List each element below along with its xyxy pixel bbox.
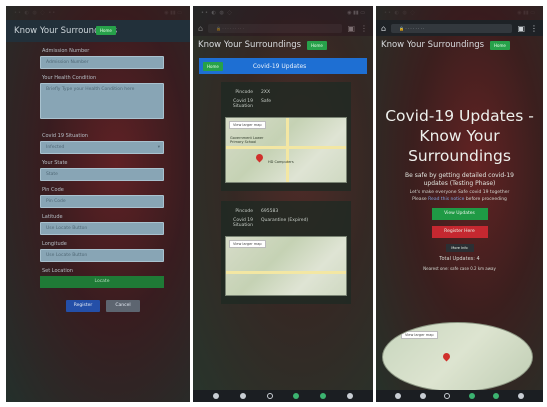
app-icon[interactable] (346, 393, 353, 399)
label-state: Your State (42, 160, 68, 166)
banner-home-button[interactable]: Home (203, 61, 223, 71)
browser-url-bar: ⌂ 🔒 · · · · · · · · ▣ ⋮ (376, 20, 543, 36)
notice-pre: Please (412, 197, 427, 202)
label-set-location: Set Location (42, 268, 73, 274)
phone-screen-landing: •• ◐ ◍ ◌◉ ▮▮ ▭ ⌂ 🔒 · · · · · · · · ▣ ⋮ K… (376, 6, 543, 402)
hero-subtitle: Be safe by getting detailed covid-19 upd… (405, 172, 514, 187)
view-updates-button[interactable]: View Updates (431, 208, 488, 220)
situation-row: Covid 19 Situation Quarantine (Expired) (225, 218, 347, 228)
tabs-icon[interactable]: ▣ (517, 24, 525, 33)
notice-line: Please Read this notice before proceedin… (376, 197, 543, 202)
home-pill[interactable]: Home (490, 40, 510, 50)
update-card: Pincode 695583 Covid 19 Situation Quaranti… (221, 201, 351, 304)
app-icon[interactable] (419, 393, 426, 399)
state-input[interactable]: State (40, 168, 164, 181)
cancel-button[interactable]: Cancel (106, 300, 140, 312)
view-larger-map-button[interactable]: View larger map (401, 331, 438, 339)
home-circle-icon[interactable] (266, 393, 273, 399)
hero-tagline: Let's make everyone Safe covid 19 togeth… (409, 190, 510, 195)
map-road (226, 271, 346, 274)
app-icon[interactable] (239, 393, 246, 399)
label-pincode: Pin Code (42, 187, 64, 193)
url-field[interactable]: 🔒 · · · · · · · · (391, 23, 513, 33)
register-form: Admission Number Admission Number Your H… (14, 44, 182, 402)
phone-screen-register: •• ◐ ◍ ◌ ••◉ ▮▮ ▭ Know Your Surroundings… (6, 6, 190, 402)
map-road (286, 118, 289, 182)
admission-input[interactable]: Admission Number (40, 56, 164, 69)
navbar: Know Your Surroundings Home (193, 36, 373, 54)
map-embed[interactable]: View larger map (225, 236, 347, 296)
app-icon[interactable] (493, 393, 500, 399)
register-here-button[interactable]: Register Here (431, 226, 488, 238)
map-embed[interactable]: View larger map Government Lower Primary… (225, 117, 347, 183)
brand-title[interactable]: Know Your Surroundings (381, 40, 484, 50)
navbar: Know Your Surroundings Home (376, 36, 543, 54)
view-larger-map-button[interactable]: View larger map (229, 240, 266, 248)
home-circle-icon[interactable] (444, 393, 451, 399)
app-icon[interactable] (517, 393, 524, 399)
pincode-row: Pincode 695583 (225, 209, 347, 214)
total-updates: Total Updates: 4 (439, 256, 480, 262)
pincode-key: Pincode (235, 90, 253, 95)
register-button[interactable]: Register (66, 300, 100, 312)
situation-key: Covid 19 Situation (232, 218, 253, 228)
pincode-key: Pincode (235, 209, 253, 214)
home-pill[interactable]: Home (96, 26, 116, 35)
form-actions: Register Cancel (66, 300, 182, 312)
latitude-input[interactable]: Use Locate Button (40, 222, 164, 235)
label-situation: Covid 19 Situation (42, 133, 88, 139)
navbar: Know Your Surroundings Home (6, 20, 190, 42)
map-pin-icon (441, 351, 452, 362)
situation-value: Infected (46, 145, 65, 150)
map-label: HD Computers (268, 160, 294, 164)
label-health: Your Health Condition (42, 75, 97, 81)
update-card: Pincode 2XX Covid 19 Situation Safe View l… (221, 82, 351, 191)
map-label: Government Lower Primary School (230, 136, 264, 144)
pincode-row: Pincode 2XX (225, 90, 347, 95)
app-icon[interactable] (468, 393, 475, 399)
situation-row: Covid 19 Situation Safe (225, 99, 347, 109)
hero-title: Covid-19 Updates - Know Your Surrounding… (385, 107, 534, 165)
menu-icon[interactable]: ⋮ (530, 24, 538, 33)
situation-key: Covid 19 Situation (232, 99, 253, 109)
pincode-value: 695583 (261, 209, 279, 214)
label-longitude: Longitude (42, 241, 67, 247)
view-larger-map-button[interactable]: View larger map (229, 121, 266, 129)
situation-select[interactable]: Infected ▾ (40, 141, 164, 154)
app-icon[interactable] (319, 393, 326, 399)
notice-link[interactable]: Read this notice (428, 197, 464, 202)
phone-screen-updates: •• ◐ ◍ ◌◉ ▮▮ ▭ ⌂ 🔒 · · · · · · · · · ▣ ⋮… (193, 6, 373, 402)
updates-banner: Home Covid-19 Updates (199, 58, 367, 74)
label-admission: Admission Number (42, 48, 90, 54)
map-pin-icon (254, 152, 265, 163)
brand-title[interactable]: Know Your Surroundings (198, 40, 301, 50)
hero-section: Covid-19 Updates - Know Your Surrounding… (376, 106, 543, 271)
situation-value: Safe (261, 99, 271, 104)
map-embed[interactable]: View larger map (382, 322, 533, 392)
home-pill[interactable]: Home (307, 40, 327, 50)
banner-title: Covid-19 Updates (252, 62, 307, 70)
locate-button[interactable]: Locate (40, 276, 164, 288)
app-icon[interactable] (293, 393, 300, 399)
bottom-nav (193, 390, 373, 402)
pincode-value: 2XX (261, 90, 271, 95)
health-textarea[interactable]: Briefly Type your Health Condition here (40, 83, 164, 119)
pincode-input[interactable]: Pin Code (40, 195, 164, 208)
nearest-case: Nearest one: safe case 0.2 km away (423, 266, 496, 271)
more-info-button[interactable]: More Info (445, 244, 474, 252)
label-latitude: Latitude (42, 214, 63, 220)
back-icon[interactable] (213, 393, 220, 399)
situation-value: Quarantine (Expired) (261, 218, 309, 223)
chevron-down-icon: ▾ (157, 145, 160, 150)
bottom-nav (376, 390, 543, 402)
longitude-input[interactable]: Use Locate Button (40, 249, 164, 262)
notice-post: before proceeding (465, 197, 507, 202)
back-icon[interactable] (395, 393, 402, 399)
home-icon[interactable]: ⌂ (381, 24, 386, 33)
